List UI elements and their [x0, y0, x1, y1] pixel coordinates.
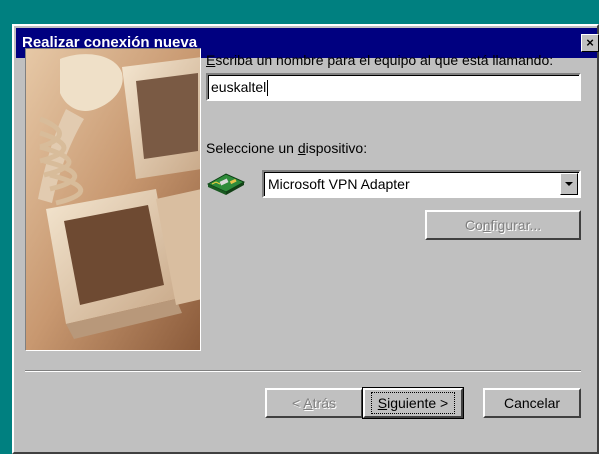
modem-card-icon [206, 173, 246, 195]
back-label-after: trás [312, 395, 336, 411]
next-label-mnemonic: S [377, 395, 388, 411]
name-label-mnemonic: E [206, 52, 216, 68]
device-label: Seleccione un dispositivo: [206, 140, 367, 156]
configure-button[interactable]: Configurar... [425, 210, 581, 240]
device-selected-value: Microsoft VPN Adapter [268, 176, 410, 192]
back-label-before: < [292, 395, 304, 411]
telephone-monitor-illustration [26, 49, 200, 350]
close-button[interactable]: × [581, 34, 599, 52]
back-label-mnemonic: A [303, 395, 313, 411]
wizard-illustration [25, 48, 201, 351]
separator-line [25, 370, 581, 372]
device-label-before: Seleccione un [206, 140, 298, 156]
device-label-after: ispositivo: [305, 140, 368, 156]
back-button[interactable]: < Atrás [265, 388, 363, 418]
close-icon: × [586, 35, 594, 50]
configure-label-mnemonic: n [482, 217, 491, 233]
device-select[interactable]: Microsoft VPN Adapter [262, 170, 581, 198]
device-label-mnemonic: d [297, 140, 306, 156]
cancel-label: Cancelar [503, 395, 561, 411]
text-caret [267, 80, 269, 97]
name-label: Escriba un nombre para el equipo al que … [206, 52, 553, 68]
next-label-after: iguiente > [387, 395, 449, 411]
cancel-button[interactable]: Cancelar [483, 388, 581, 418]
name-label-text: scriba un nombre para el equipo al que e… [215, 52, 554, 68]
configure-label-before: Co [464, 217, 483, 233]
next-focus-rect: Siguiente > [370, 392, 456, 414]
computer-name-input[interactable]: euskaltel [206, 73, 581, 101]
dropdown-arrow-icon[interactable] [560, 173, 578, 195]
computer-name-value: euskaltel [211, 79, 267, 95]
next-button[interactable]: Siguiente > [362, 387, 464, 419]
configure-label-after: figurar... [490, 217, 542, 233]
